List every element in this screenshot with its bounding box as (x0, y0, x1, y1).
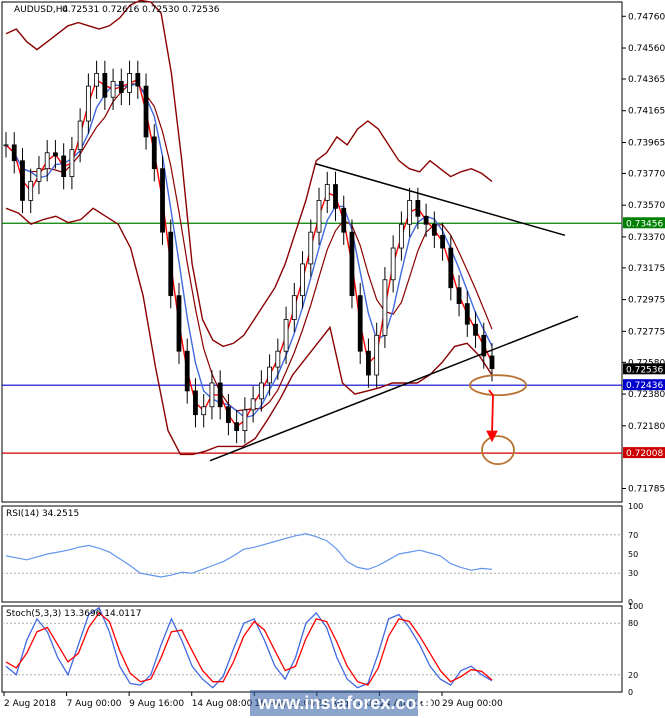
price-bar (36, 168, 42, 182)
x-tick-label: 9 Aug 16:00 (129, 699, 184, 709)
price-bar (168, 231, 174, 297)
price-bar (135, 73, 141, 87)
price-bar (440, 234, 445, 249)
price-bar (366, 350, 371, 376)
resistance-tag-label: 0.73456 (626, 219, 663, 229)
y-tick-label: 0.73965 (628, 138, 665, 148)
price-bar (308, 231, 314, 265)
price-bar (267, 366, 272, 384)
price-bar (61, 155, 67, 178)
price-bar (242, 409, 248, 431)
price-bar (382, 279, 388, 336)
price-bar (94, 73, 100, 87)
price-bar (349, 231, 355, 297)
x-tick-label: 29 Aug 00:00 (442, 699, 503, 709)
panel-frame-2 (1, 505, 623, 603)
price-bar (333, 184, 338, 209)
price-bar (341, 207, 347, 233)
stoch-y-tick-label: 100 (628, 602, 643, 611)
price-bar (209, 382, 215, 408)
price-bar (77, 120, 83, 151)
price-bar (28, 180, 34, 201)
price-bar (160, 168, 165, 233)
price-bar (20, 160, 25, 201)
price-bar (448, 247, 454, 289)
price-bar (85, 85, 91, 122)
rsi-title: RSI(14) 34.2515 (6, 509, 79, 519)
price-bar (184, 350, 190, 392)
price-bar (456, 287, 462, 304)
price-bar (324, 184, 330, 201)
y-tick-label: 0.72380 (628, 390, 665, 400)
price-bar (11, 144, 17, 162)
price-bar (250, 398, 256, 411)
chart-canvas[interactable]: 1007050300 10080200 0.747600.745600.7436… (0, 0, 665, 718)
price-bar (69, 149, 75, 178)
y-tick-label: 0.74365 (628, 75, 665, 85)
stoch-y-tick-label: 0 (628, 688, 633, 697)
watermark: www.instaforex.com (257, 693, 432, 713)
x-tick-label: 14 Aug 08:00 (192, 699, 253, 709)
y-tick-label: 0.73570 (628, 201, 665, 211)
price-bar (3, 144, 9, 147)
stoch-title: Stoch(5,3,3) 13.3696 14.0117 (6, 609, 141, 619)
price-bar (473, 323, 478, 336)
price-bar (118, 80, 124, 93)
price-bar (275, 350, 281, 368)
price-bar (217, 382, 223, 408)
price-bar (390, 247, 396, 281)
y-tick-label: 0.71785 (628, 485, 665, 495)
price-bar (44, 152, 50, 170)
price-bar (53, 152, 58, 157)
stoch-y-tick-label: 20 (628, 671, 638, 680)
price-bar (291, 295, 297, 320)
price-bar (151, 136, 157, 170)
price-bar (398, 223, 404, 249)
price-bar (374, 334, 380, 376)
chart-window: 100 70 50 30 0 100 80 20 0 0.74760 0.74560 0.7436… (0, 0, 665, 718)
price-bar (489, 355, 495, 370)
y-tick-label: 0.74760 (628, 12, 665, 22)
support-tag-label: 0.72436 (626, 381, 663, 391)
price-bar (176, 295, 182, 352)
price-bar (226, 406, 231, 424)
price-bar (431, 223, 437, 236)
price-bar (102, 73, 108, 98)
price-bar (127, 73, 132, 93)
y-tick-label: 0.72180 (628, 422, 665, 432)
rsi-y-tick-label: 50 (628, 550, 638, 559)
price-bar (143, 85, 149, 138)
target-tag-label: 0.72008 (626, 449, 663, 459)
y-tick-label: 0.74165 (628, 107, 665, 117)
price-bar (300, 263, 305, 297)
price-bar (316, 200, 322, 233)
price-bar (423, 215, 429, 225)
price-bar (193, 390, 198, 416)
price-bar (464, 303, 470, 325)
price-bar (258, 382, 264, 400)
price-bar (283, 319, 289, 352)
rsi-y-tick-label: 30 (628, 569, 638, 578)
y-tick-label: 0.74560 (628, 44, 665, 54)
symbol-title: AUDUSD,H4 (14, 5, 69, 15)
rsi-y-tick-label: 70 (628, 531, 638, 540)
rsi-y-tick-label: 100 (628, 502, 643, 511)
ohlc-readout: 0.72531 0.72616 0.72530 0.72536 (62, 5, 220, 15)
price-bar (415, 200, 421, 217)
price-bar (201, 406, 207, 416)
stoch-y-tick-label: 80 (628, 619, 638, 628)
y-tick-label: 0.72775 (628, 327, 665, 337)
y-tick-label: 0.73770 (628, 169, 665, 179)
price-bar (110, 80, 116, 98)
price-bar (407, 200, 413, 225)
x-tick-label: 2 Aug 2018 (4, 699, 56, 709)
y-tick-label: 0.72975 (628, 296, 665, 306)
price-bar (234, 422, 240, 431)
current-price-tag-label: 0.72536 (626, 365, 663, 375)
y-tick-label: 0.73175 (628, 264, 665, 274)
y-tick-label: 0.73370 (628, 233, 665, 243)
price-bar (357, 295, 363, 352)
x-tick-label: 7 Aug 00:00 (67, 699, 122, 709)
